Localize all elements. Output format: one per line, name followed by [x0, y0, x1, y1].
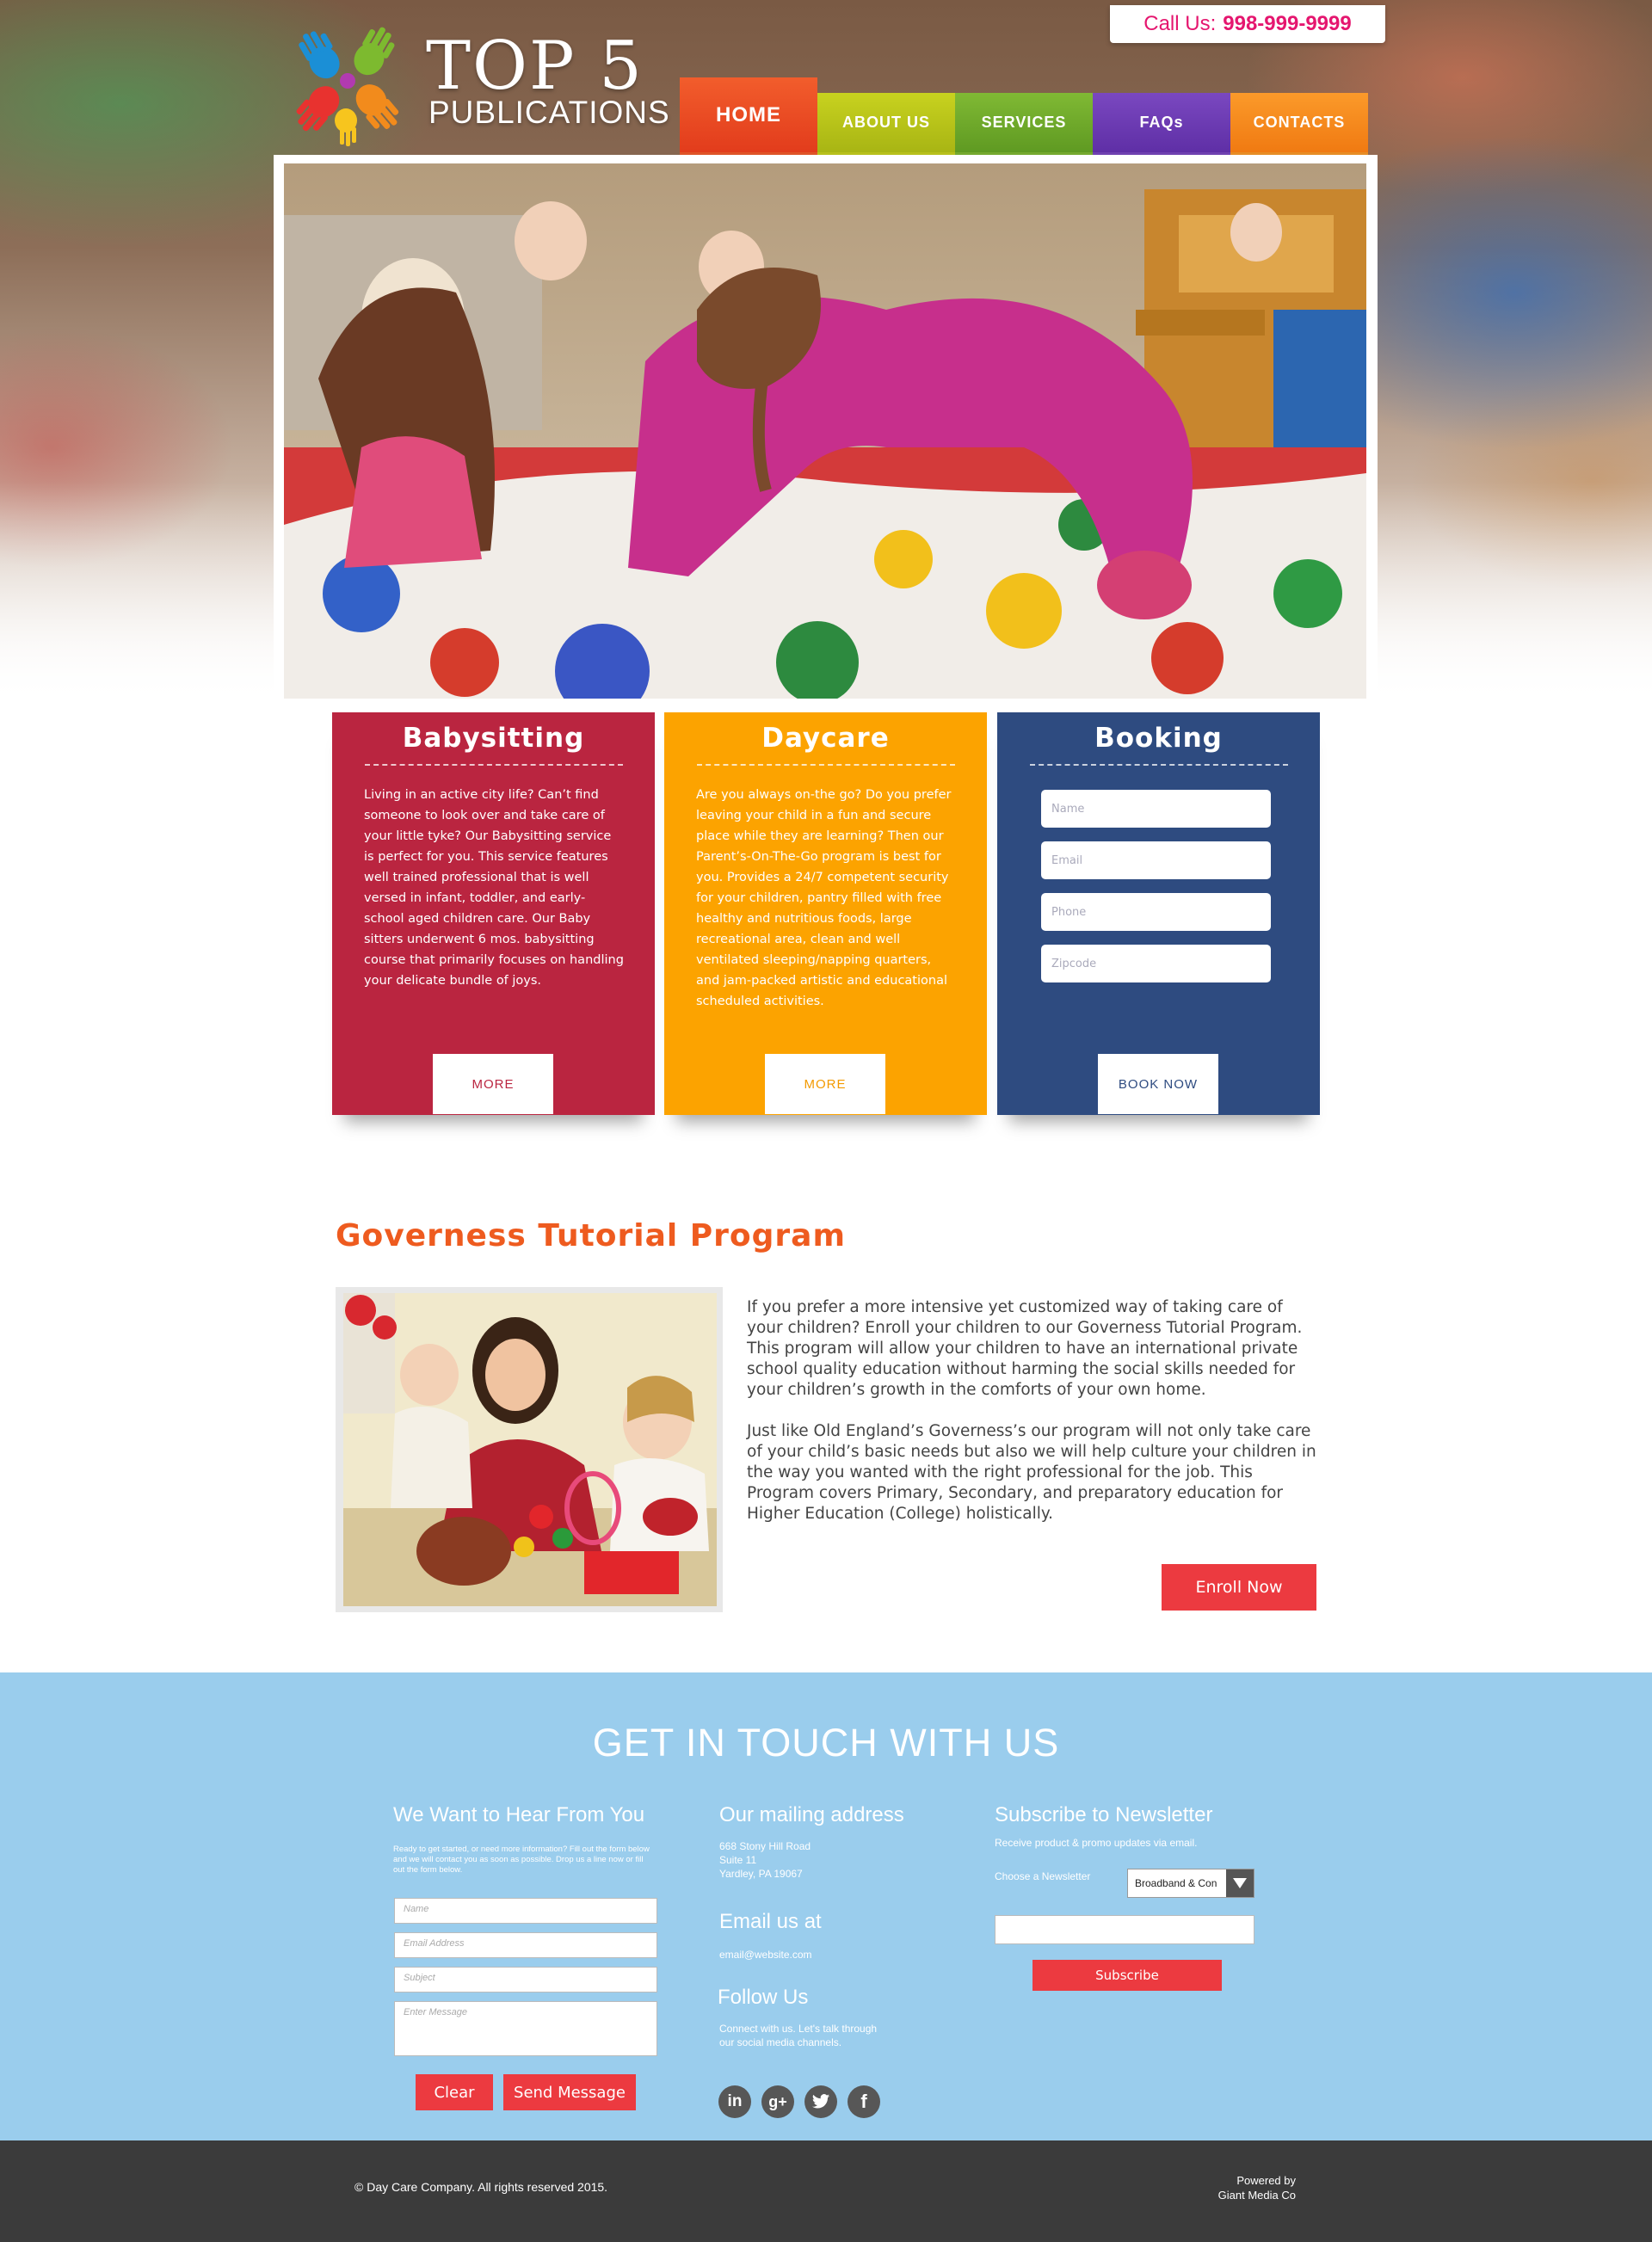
twitter-icon[interactable]: [804, 2085, 837, 2118]
powered-by: Powered by Giant Media Co: [1119, 2173, 1296, 2202]
nav-faqs[interactable]: FAQs: [1093, 93, 1230, 155]
follow-us-text: Connect with us. Let's talk through our …: [719, 2023, 878, 2048]
contact-title: GET IN TOUCH WITH US: [592, 1721, 1060, 1765]
mailing-address-heading: Our mailing address: [719, 1803, 904, 1826]
send-message-button[interactable]: Send Message: [503, 2074, 636, 2110]
logo[interactable]: TOP 5 PUBLICATIONS: [284, 17, 669, 155]
booking-email-input[interactable]: Email: [1041, 841, 1271, 879]
copyright: © Day Care Company. All rights reserved …: [354, 2180, 608, 2194]
enroll-now-button[interactable]: Enroll Now: [1162, 1564, 1316, 1611]
babysitting-title: Babysitting: [402, 723, 585, 754]
teacher-with-kids-image: [343, 1293, 717, 1606]
address-line-1: 668 Stony Hill Road: [719, 1840, 811, 1852]
powered-by-label: Powered by: [1236, 2174, 1296, 2187]
email-address-link[interactable]: email@website.com: [719, 1948, 812, 1962]
divider: [696, 764, 955, 766]
book-now-button[interactable]: BOOK NOW: [1098, 1054, 1218, 1114]
address-line-3: Yardley, PA 19067: [719, 1868, 803, 1880]
divider: [1029, 764, 1288, 766]
contact-email-input[interactable]: Email Address: [394, 1932, 657, 1958]
linkedin-icon[interactable]: in: [718, 2085, 751, 2118]
powered-by-company[interactable]: Giant Media Co: [1119, 2188, 1296, 2202]
daycare-card: Daycare Are you always on-the go? Do you…: [664, 712, 987, 1115]
call-us-label: Call Us:: [1143, 12, 1217, 35]
babysitting-text: Living in an active city life? Can’t fin…: [364, 788, 624, 988]
footer: [0, 2140, 1652, 2242]
newsletter-email-input[interactable]: [995, 1915, 1254, 1944]
facebook-icon[interactable]: f: [848, 2085, 880, 2118]
governess-paragraph-1: If you prefer a more intensive yet custo…: [747, 1298, 1303, 1399]
booking-card: Booking Name Email Phone Zipcode BOOK NO…: [997, 712, 1320, 1115]
newsletter-heading: Subscribe to Newsletter: [995, 1803, 1213, 1826]
nav-contacts[interactable]: CONTACTS: [1230, 93, 1368, 155]
logo-title: TOP 5: [426, 28, 644, 105]
newsletter-select[interactable]: Broadband & Con: [1127, 1869, 1254, 1898]
hands-logo-icon: [296, 27, 399, 146]
google-plus-icon[interactable]: g+: [761, 2085, 794, 2118]
daycare-title: Daycare: [761, 723, 890, 754]
booking-zipcode-input[interactable]: Zipcode: [1041, 945, 1271, 982]
hear-from-you-intro: Ready to get started, or need more infor…: [393, 1845, 650, 1875]
call-us-bar: Call Us: 998-999-9999: [1110, 5, 1385, 43]
email-us-heading: Email us at: [719, 1910, 822, 1933]
newsletter-subtext: Receive product & promo updates via emai…: [995, 1837, 1198, 1849]
nav-home[interactable]: HOME: [680, 77, 817, 155]
nav-services[interactable]: SERVICES: [955, 93, 1093, 155]
kids-playing-image: [284, 163, 1366, 699]
subscribe-button[interactable]: Subscribe: [1032, 1960, 1222, 1991]
newsletter-selected: Broadband & Con: [1135, 1877, 1217, 1889]
booking-name-input[interactable]: Name: [1041, 790, 1271, 828]
babysitting-more-button[interactable]: MORE: [433, 1054, 553, 1114]
logo-subtitle: PUBLICATIONS: [428, 95, 670, 130]
address-line-2: Suite 11: [719, 1854, 757, 1866]
phone-number[interactable]: 998-999-9999: [1223, 12, 1351, 36]
clear-button[interactable]: Clear: [416, 2074, 493, 2110]
choose-newsletter-label: Choose a Newsletter: [995, 1870, 1091, 1882]
dropdown-arrow-icon: [1226, 1869, 1254, 1897]
daycare-more-button[interactable]: MORE: [765, 1054, 885, 1114]
babysitting-card: Babysitting Living in an active city lif…: [332, 712, 655, 1115]
contact-name-input[interactable]: Name: [394, 1898, 657, 1924]
governess-title: Governess Tutorial Program: [336, 1218, 846, 1253]
hear-from-you-heading: We Want to Hear From You: [393, 1803, 645, 1826]
daycare-text: Are you always on-the go? Do you prefer …: [696, 788, 952, 1008]
hero-photo: [284, 163, 1366, 699]
governess-photo: [343, 1293, 717, 1606]
divider: [364, 764, 623, 766]
governess-paragraph-2: Just like Old England’s Governess’s our …: [747, 1422, 1316, 1523]
follow-us-heading: Follow Us: [718, 1986, 809, 2009]
contact-subject-input[interactable]: Subject: [394, 1967, 657, 1993]
nav-about-us[interactable]: ABOUT US: [817, 93, 955, 155]
booking-phone-input[interactable]: Phone: [1041, 893, 1271, 931]
contact-message-textarea[interactable]: Enter Message: [394, 2001, 657, 2056]
booking-title: Booking: [1094, 723, 1223, 754]
